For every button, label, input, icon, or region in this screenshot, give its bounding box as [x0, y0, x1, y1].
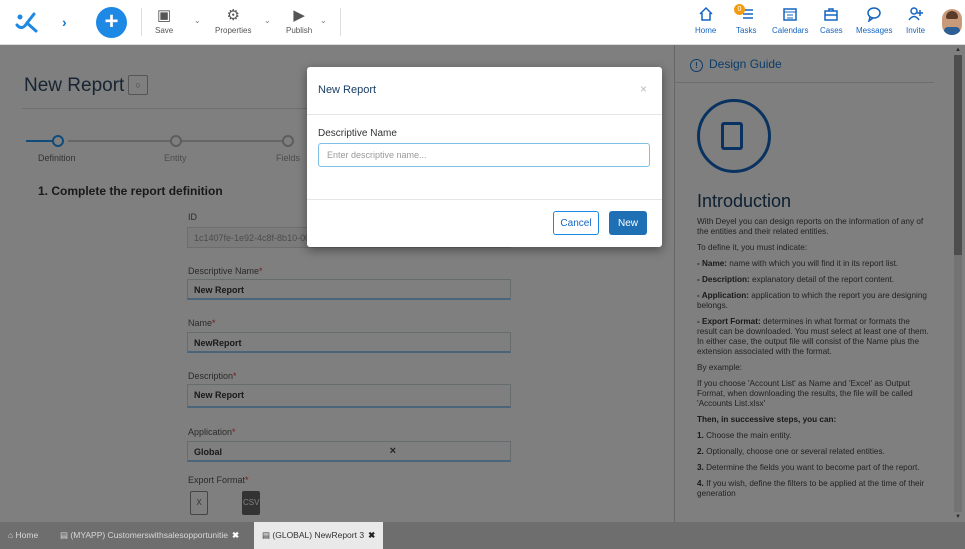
nav-tasks[interactable]: 0 Tasks: [734, 4, 757, 35]
calendar-icon: [772, 6, 808, 26]
tab-global-newreport[interactable]: ▤ (GLOBAL) NewReport 3 ✖: [254, 522, 384, 549]
close-tab-icon[interactable]: ✖: [232, 530, 239, 540]
deyel-logo-icon[interactable]: [14, 11, 40, 35]
nav-invite-label: Invite: [906, 26, 926, 35]
tab-home-label: Home: [15, 530, 39, 540]
play-icon: ▶: [293, 7, 305, 24]
close-icon[interactable]: ×: [640, 82, 647, 96]
save-dropdown-icon[interactable]: ⌄: [194, 16, 201, 25]
save-label: Save: [155, 26, 174, 35]
save-button[interactable]: ▣ Save: [155, 6, 173, 35]
nav-home[interactable]: Home: [695, 6, 716, 35]
properties-button[interactable]: ⚙ Properties: [215, 6, 251, 35]
descriptive-name-label: Descriptive Name: [318, 128, 397, 139]
new-report-dialog: New Report × Descriptive Name Cancel New: [307, 67, 662, 247]
publish-label: Publish: [286, 26, 313, 35]
nav-messages[interactable]: Messages: [856, 6, 892, 35]
close-tab-icon[interactable]: ✖: [368, 530, 375, 540]
chat-icon: [856, 6, 892, 26]
toolbar-divider: [141, 8, 142, 36]
report-icon: ▤: [60, 530, 69, 540]
properties-label: Properties: [215, 26, 252, 35]
report-icon: ▤: [262, 530, 271, 540]
cancel-button[interactable]: Cancel: [553, 211, 599, 235]
toolbar-divider: [340, 8, 341, 36]
tasks-icon: 0: [734, 4, 756, 26]
nav-calendars-label: Calendars: [772, 26, 809, 35]
nav-home-label: Home: [695, 26, 717, 35]
add-new-button[interactable]: +: [96, 7, 127, 38]
gear-icon: ⚙: [226, 7, 240, 24]
home-icon: [695, 6, 716, 26]
nav-cases[interactable]: Cases: [820, 6, 843, 35]
descriptive-name-input[interactable]: [318, 143, 650, 167]
publish-button[interactable]: ▶ Publish: [286, 6, 312, 35]
save-icon: ▣: [157, 7, 172, 24]
tab-myapp-label: (MYAPP) Customerswithsalesopportunitie: [70, 530, 229, 540]
user-avatar[interactable]: [942, 9, 962, 35]
tab-myapp[interactable]: ▤ (MYAPP) Customerswithsalesopportunitie…: [60, 522, 239, 549]
tasks-badge: 0: [734, 4, 745, 15]
nav-messages-label: Messages: [856, 26, 893, 35]
dialog-header: New Report ×: [307, 67, 662, 115]
top-toolbar: › + ▣ Save ⌄ ⚙ Properties ⌄ ▶ Publish ⌄ …: [0, 0, 965, 45]
add-user-icon: [906, 6, 925, 26]
nav-invite[interactable]: Invite: [906, 6, 925, 35]
nav-calendars[interactable]: Calendars: [772, 6, 808, 35]
properties-dropdown-icon[interactable]: ⌄: [264, 16, 271, 25]
dialog-footer-divider: [307, 199, 662, 200]
briefcase-icon: [820, 6, 843, 26]
bottom-tabs-bar: ⌂ Home ▤ (MYAPP) Customerswithsalesoppor…: [0, 522, 965, 549]
nav-cases-label: Cases: [820, 26, 843, 35]
publish-dropdown-icon[interactable]: ⌄: [320, 16, 327, 25]
tab-home[interactable]: ⌂ Home: [8, 522, 38, 549]
nav-tasks-label: Tasks: [736, 26, 757, 35]
new-button[interactable]: New: [609, 211, 647, 235]
tab-global-label: (GLOBAL) NewReport 3: [272, 530, 365, 540]
expand-chevron-icon[interactable]: ›: [62, 14, 67, 30]
home-icon: ⌂: [8, 530, 14, 540]
dialog-title: New Report: [318, 84, 377, 96]
